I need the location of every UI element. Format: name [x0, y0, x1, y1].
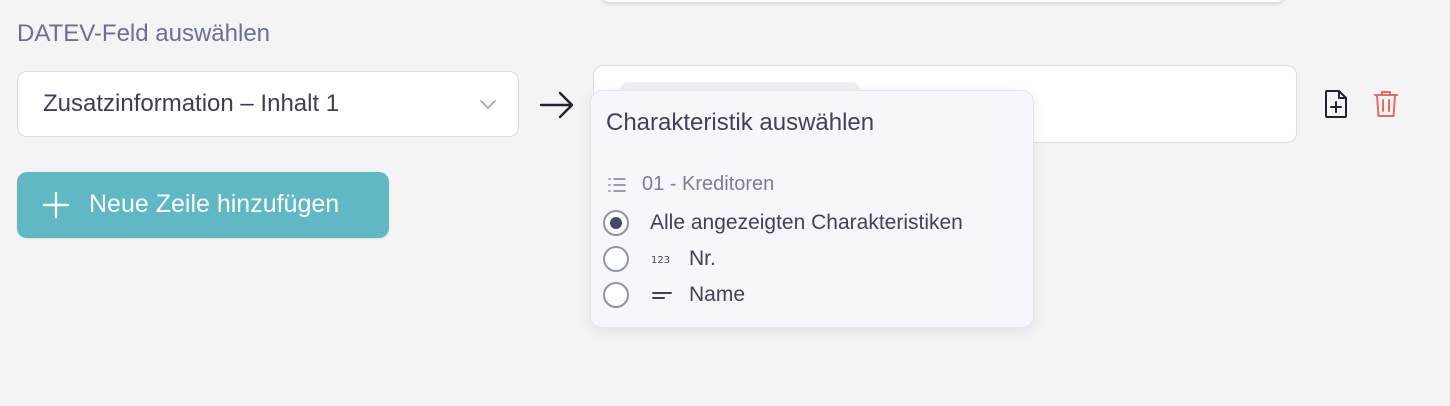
radio-unchecked[interactable] [603, 246, 629, 272]
group-header: 01 - Kreditoren [607, 173, 774, 196]
arrow-right-icon [539, 91, 574, 119]
file-add-icon[interactable] [1322, 89, 1350, 119]
popover-title: Charakteristik auswählen [606, 109, 875, 136]
svg-text:123: 123 [651, 255, 670, 266]
datev-field-value: Zusatzinformation – Inhalt 1 [43, 90, 340, 117]
radio-unchecked[interactable] [603, 282, 629, 308]
radio-checked[interactable] [603, 210, 629, 236]
list-icon [608, 177, 626, 192]
option-all-characteristics[interactable]: Alle angezeigten Charakteristiken [603, 210, 963, 236]
option-number[interactable]: 123 Nr. [603, 246, 716, 272]
plus-icon [42, 191, 70, 219]
option-label: Alle angezeigten Charakteristiken [650, 211, 963, 234]
option-name[interactable]: Name [603, 282, 745, 308]
group-label: 01 - Kreditoren [642, 173, 775, 195]
add-row-label: Neue Zeile hinzufügen [89, 190, 340, 218]
option-label: Name [689, 283, 746, 306]
option-label: Nr. [689, 247, 716, 270]
section-label: DATEV-Feld auswählen [17, 20, 271, 47]
text-type-icon [652, 292, 672, 299]
number-type-icon: 123 [651, 255, 670, 266]
datev-field-select[interactable]: Zusatzinformation – Inhalt 1 [17, 71, 519, 137]
chevron-down-icon [480, 100, 496, 109]
add-row-button[interactable]: Neue Zeile hinzufügen [17, 172, 389, 238]
trash-icon[interactable] [1372, 89, 1400, 119]
characteristic-popover: Charakteristik auswählen 01 - Kreditoren… [590, 90, 1034, 328]
previous-card-edge [600, 0, 1286, 2]
